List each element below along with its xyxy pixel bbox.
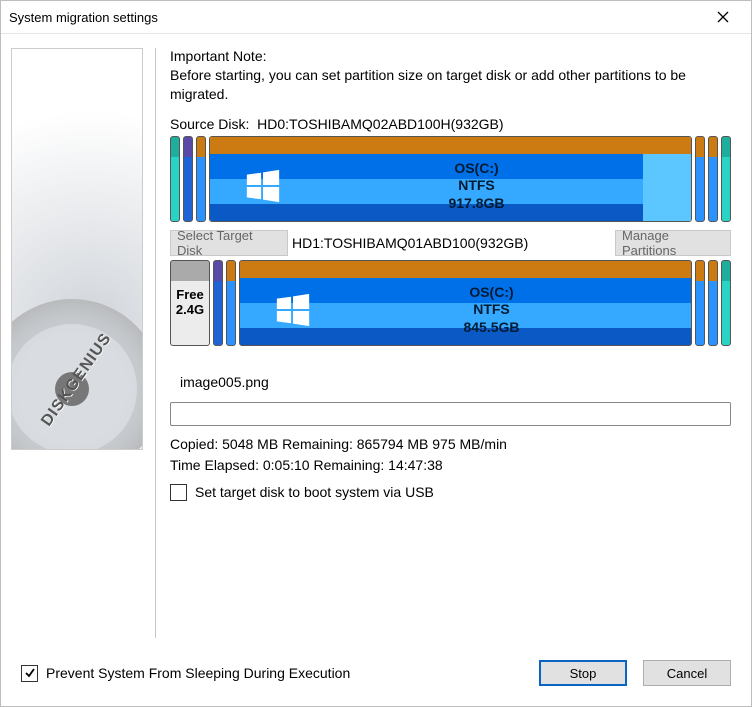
target-disk-row: Select Target Disk HD1:TOSHIBAMQ01ABD100… [170, 230, 731, 256]
cancel-button[interactable]: Cancel [643, 660, 731, 686]
hdd-illustration: DISKGENIUS [11, 48, 143, 450]
note-body: Before starting, you can set partition s… [170, 66, 731, 104]
main-panel: Important Note: Before starting, you can… [156, 34, 751, 652]
usb-boot-label: Set target disk to boot system via USB [195, 484, 434, 500]
windows-icon [244, 167, 282, 205]
source-os-partition[interactable]: OS(C:) NTFS 917.8GB [209, 136, 692, 222]
sidebar: DISKGENIUS [1, 34, 151, 652]
partition-stub[interactable] [213, 260, 223, 346]
close-icon [717, 11, 729, 23]
partition-stub[interactable] [196, 136, 206, 222]
manage-partitions-button[interactable]: Manage Partitions [615, 230, 731, 256]
target-disk-text: HD1:TOSHIBAMQ01ABD100(932GB) [292, 235, 528, 251]
partition-stub[interactable] [708, 136, 718, 222]
select-target-button[interactable]: Select Target Disk [170, 230, 288, 256]
progress-bar [170, 402, 731, 426]
checkbox-unchecked-icon[interactable] [170, 484, 187, 501]
progress-stats: Copied: 5048 MB Remaining: 865794 MB 975… [170, 434, 731, 476]
target-free-partition[interactable]: Free 2.4G [170, 260, 210, 346]
partition-stub[interactable] [695, 260, 705, 346]
source-disk-label: Source Disk: HD0:TOSHIBAMQ02ABD100H(932G… [170, 116, 731, 132]
partition-stub[interactable] [708, 260, 718, 346]
partition-stub[interactable] [721, 136, 731, 222]
partition-stub[interactable] [695, 136, 705, 222]
partition-stub[interactable] [226, 260, 236, 346]
partition-stub[interactable] [170, 136, 180, 222]
stats-line-2: Time Elapsed: 0:05:10 Remaining: 14:47:3… [170, 455, 731, 476]
dialog-system-migration: System migration settings DISKGENIUS Imp… [0, 0, 752, 707]
target-disk-bar[interactable]: Free 2.4G OS(C:) NTFS 845.5GB [170, 260, 731, 346]
partition-stub[interactable] [721, 260, 731, 346]
prevent-sleep-label: Prevent System From Sleeping During Exec… [46, 665, 350, 681]
checkbox-checked-icon[interactable] [21, 665, 38, 682]
close-button[interactable] [703, 1, 743, 33]
windows-icon [274, 291, 312, 329]
footer: Prevent System From Sleeping During Exec… [1, 652, 751, 706]
source-disk-bar[interactable]: OS(C:) NTFS 917.8GB [170, 136, 731, 222]
prevent-sleep-option[interactable]: Prevent System From Sleeping During Exec… [21, 665, 350, 682]
current-file: image005.png [180, 374, 731, 390]
stats-line-1: Copied: 5048 MB Remaining: 865794 MB 975… [170, 434, 731, 455]
partition-stub[interactable] [183, 136, 193, 222]
target-os-partition[interactable]: OS(C:) NTFS 845.5GB [239, 260, 692, 346]
window-title: System migration settings [9, 10, 703, 25]
target-os-info: OS(C:) NTFS 845.5GB [312, 284, 671, 337]
usb-boot-option[interactable]: Set target disk to boot system via USB [170, 484, 731, 501]
titlebar: System migration settings [1, 1, 751, 34]
note-heading: Important Note: [170, 48, 731, 64]
stop-button[interactable]: Stop [539, 660, 627, 686]
source-os-info: OS(C:) NTFS 917.8GB [282, 160, 671, 213]
